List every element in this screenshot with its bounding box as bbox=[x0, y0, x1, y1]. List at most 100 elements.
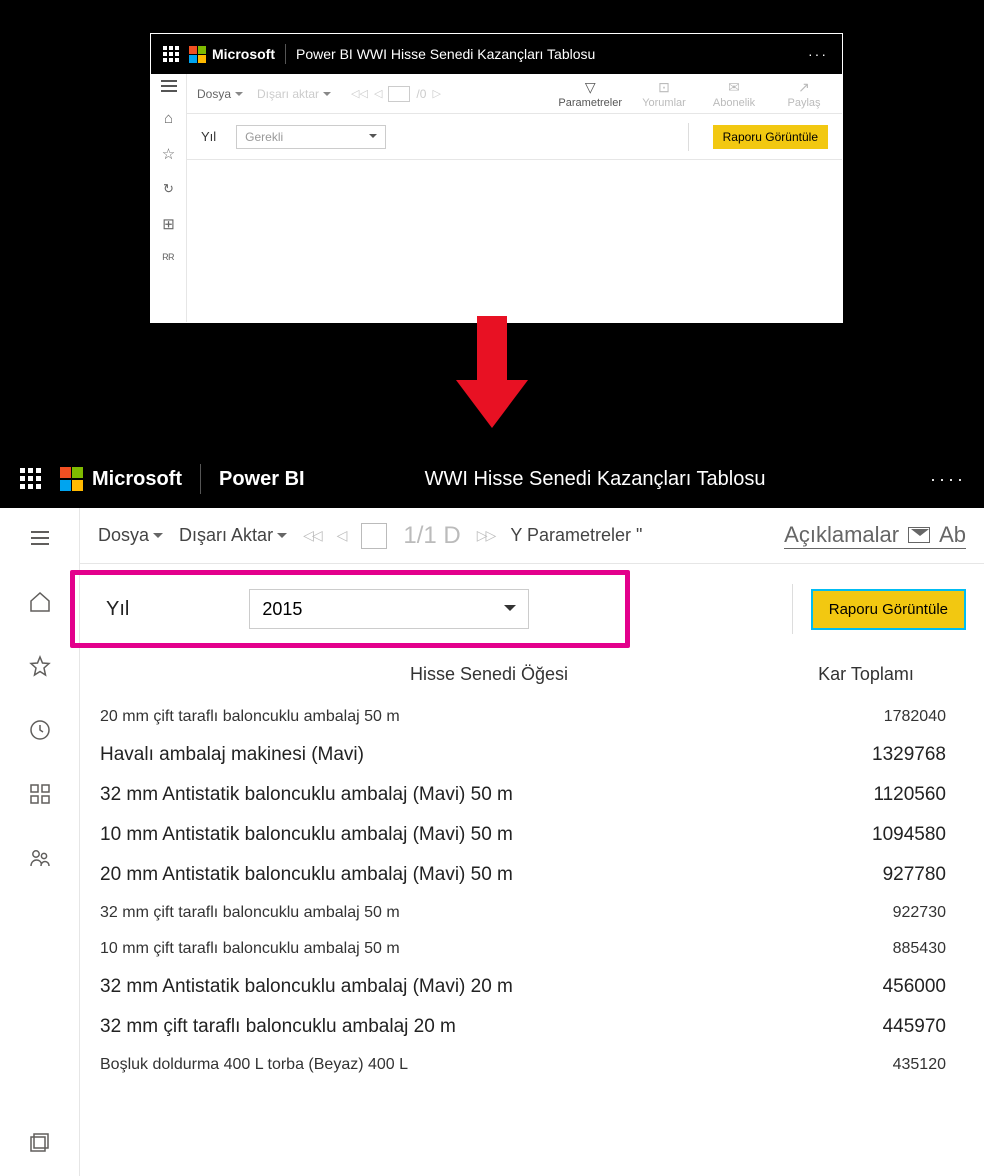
col-profit-header: Kar Toplamı bbox=[766, 654, 966, 699]
explain-label: Açıklamalar bbox=[784, 522, 899, 548]
chevron-down-icon bbox=[504, 605, 516, 617]
table-row[interactable]: Havalı ambalaj makinesi (Mavi)1329768 bbox=[98, 735, 966, 775]
profit-cell: 927780 bbox=[766, 855, 966, 895]
home-icon[interactable]: ⌂ bbox=[164, 110, 173, 127]
hamburger-icon[interactable] bbox=[161, 80, 177, 92]
comments-label: Yorumlar bbox=[642, 97, 686, 109]
favorite-icon[interactable] bbox=[10, 646, 70, 686]
arrow-down-icon bbox=[456, 316, 528, 428]
toolbar-small: Dosya Dışarı aktar ◁◁ ◁ /0 ▷ ▽Parametrel… bbox=[187, 74, 842, 114]
shared-icon[interactable]: ᴿᴿ bbox=[163, 251, 175, 266]
file-menu[interactable]: Dosya bbox=[197, 87, 243, 101]
share-label: Paylaş bbox=[787, 97, 820, 109]
table-row[interactable]: Boşluk doldurma 400 L torba (Beyaz) 400 … bbox=[98, 1047, 966, 1083]
recent-icon[interactable] bbox=[10, 710, 70, 750]
page-input[interactable] bbox=[361, 523, 387, 549]
year-label: Yıl bbox=[201, 129, 216, 144]
product-name: Power BI bbox=[219, 468, 305, 491]
body-large: Dosya Dışarı Aktar ◁◁ ◁ 1/1 D ▷▷ Y Param… bbox=[0, 508, 984, 1176]
favorite-icon[interactable]: ☆ bbox=[162, 145, 175, 163]
explain-subscribe-group[interactable]: Açıklamalar Ab bbox=[784, 522, 966, 549]
filter-icon: ▽ bbox=[585, 79, 596, 96]
app-launcher-icon[interactable] bbox=[163, 46, 179, 62]
page-indicator: 1/1 D bbox=[403, 522, 460, 550]
view-report-button[interactable]: Raporu Görüntüle bbox=[811, 589, 966, 630]
view-report-button[interactable]: Raporu Görüntüle bbox=[713, 125, 828, 149]
parameters-label[interactable]: Y Parametreler " bbox=[510, 525, 642, 546]
table-row[interactable]: 32 mm Antistatik baloncuklu ambalaj (Mav… bbox=[98, 775, 966, 815]
toolbar-large: Dosya Dışarı Aktar ◁◁ ◁ 1/1 D ▷▷ Y Param… bbox=[80, 508, 984, 564]
microsoft-logo-icon bbox=[60, 467, 84, 491]
profit-cell: 445970 bbox=[766, 1007, 966, 1047]
report-table-wrap[interactable]: Hisse Senedi Öğesi Kar Toplamı 20 mm çif… bbox=[80, 654, 984, 1176]
brand-text: Microsoft bbox=[212, 46, 275, 62]
divider bbox=[688, 123, 689, 151]
powerbi-panel-after: Microsoft Power BI WWI Hisse Senedi Kaza… bbox=[0, 450, 984, 1176]
powerbi-panel-before: Microsoft Power BI WWI Hisse Senedi Kaza… bbox=[150, 33, 843, 323]
divider bbox=[285, 44, 286, 64]
workspaces-icon[interactable] bbox=[10, 1122, 70, 1162]
comment-icon: ⊡ bbox=[658, 79, 670, 96]
apps-icon[interactable]: ⊞ bbox=[162, 215, 175, 233]
page-input[interactable] bbox=[388, 86, 410, 102]
table-row[interactable]: 32 mm çift taraflı baloncuklu ambalaj 50… bbox=[98, 895, 966, 931]
table-row[interactable]: 20 mm Antistatik baloncuklu ambalaj (Mav… bbox=[98, 855, 966, 895]
year-dropdown[interactable]: Gerekli bbox=[236, 125, 386, 149]
share-action[interactable]: ↗Paylaş bbox=[776, 79, 832, 109]
header-bar-small: Microsoft Power BI WWI Hisse Senedi Kaza… bbox=[151, 34, 842, 74]
table-row[interactable]: 20 mm çift taraflı baloncuklu ambalaj 50… bbox=[98, 699, 966, 735]
profit-cell: 922730 bbox=[766, 895, 966, 931]
profit-cell: 435120 bbox=[766, 1047, 966, 1083]
table-row[interactable]: 10 mm Antistatik baloncuklu ambalaj (Mav… bbox=[98, 815, 966, 855]
comments-action[interactable]: ⊡Yorumlar bbox=[636, 79, 692, 109]
mail-icon bbox=[908, 527, 930, 543]
year-dropdown[interactable]: 2015 bbox=[249, 589, 529, 629]
table-body: 20 mm çift taraflı baloncuklu ambalaj 50… bbox=[98, 699, 966, 1083]
product-title: Power BI WWI Hisse Senedi Kazançları Tab… bbox=[296, 46, 595, 62]
home-icon[interactable] bbox=[10, 582, 70, 622]
item-cell: 20 mm çift taraflı baloncuklu ambalaj 50… bbox=[98, 699, 766, 735]
export-menu[interactable]: Dışarı Aktar bbox=[179, 525, 287, 546]
subscribe-label: Abonelik bbox=[713, 97, 755, 109]
main-large: Dosya Dışarı Aktar ◁◁ ◁ 1/1 D ▷▷ Y Param… bbox=[80, 508, 984, 1176]
left-rail-small: ⌂ ☆ ↻ ⊞ ᴿᴿ bbox=[151, 74, 187, 322]
filters-action[interactable]: ▽Parametreler bbox=[558, 79, 622, 109]
item-cell: 32 mm çift taraflı baloncuklu ambalaj 20… bbox=[98, 1007, 766, 1047]
table-row[interactable]: 32 mm Antistatik baloncuklu ambalaj (Mav… bbox=[98, 967, 966, 1007]
left-rail-large bbox=[0, 508, 80, 1176]
hamburger-icon[interactable] bbox=[10, 518, 70, 558]
prev-page-icon[interactable]: ◁ bbox=[374, 87, 382, 100]
chevron-down-icon bbox=[369, 134, 377, 142]
prev-page-icon[interactable]: ◁ bbox=[337, 527, 346, 544]
shared-icon[interactable] bbox=[10, 838, 70, 878]
export-menu[interactable]: Dışarı aktar bbox=[257, 87, 331, 101]
next-page-icon[interactable]: ▷ bbox=[432, 87, 440, 100]
item-cell: 10 mm çift taraflı baloncuklu ambalaj 50… bbox=[98, 931, 766, 967]
profit-cell: 885430 bbox=[766, 931, 966, 967]
col-item-header: Hisse Senedi Öğesi bbox=[98, 654, 766, 699]
report-title: WWI Hisse Senedi Kazançları Tablosu bbox=[425, 468, 766, 491]
first-page-icon[interactable]: ◁◁ bbox=[303, 527, 321, 544]
next-page-icon[interactable]: ▷▷ bbox=[477, 527, 495, 544]
subscribe-action[interactable]: ✉Abonelik bbox=[706, 79, 762, 109]
item-cell: 32 mm Antistatik baloncuklu ambalaj (Mav… bbox=[98, 967, 766, 1007]
app-launcher-icon[interactable] bbox=[20, 468, 42, 490]
more-icon[interactable]: ··· bbox=[808, 46, 828, 62]
more-icon[interactable]: ···· bbox=[930, 469, 966, 490]
file-menu[interactable]: Dosya bbox=[98, 525, 163, 546]
header-bar-large: Microsoft Power BI WWI Hisse Senedi Kaza… bbox=[0, 450, 984, 508]
table-row[interactable]: 10 mm çift taraflı baloncuklu ambalaj 50… bbox=[98, 931, 966, 967]
first-page-icon[interactable]: ◁◁ bbox=[351, 87, 368, 100]
apps-icon[interactable] bbox=[10, 774, 70, 814]
mail-icon: ✉ bbox=[728, 79, 740, 96]
profit-cell: 1120560 bbox=[766, 775, 966, 815]
microsoft-logo-icon bbox=[189, 46, 206, 63]
year-value: 2015 bbox=[262, 599, 302, 620]
parameter-bar-small: Yıl Gerekli Raporu Görüntüle bbox=[187, 114, 842, 160]
refresh-icon[interactable]: ↻ bbox=[163, 181, 174, 197]
brand-text: Microsoft bbox=[92, 468, 182, 491]
table-row[interactable]: 32 mm çift taraflı baloncuklu ambalaj 20… bbox=[98, 1007, 966, 1047]
filters-label: Parametreler bbox=[558, 97, 622, 109]
report-table: Hisse Senedi Öğesi Kar Toplamı 20 mm çif… bbox=[98, 654, 966, 1083]
item-cell: 10 mm Antistatik baloncuklu ambalaj (Mav… bbox=[98, 815, 766, 855]
